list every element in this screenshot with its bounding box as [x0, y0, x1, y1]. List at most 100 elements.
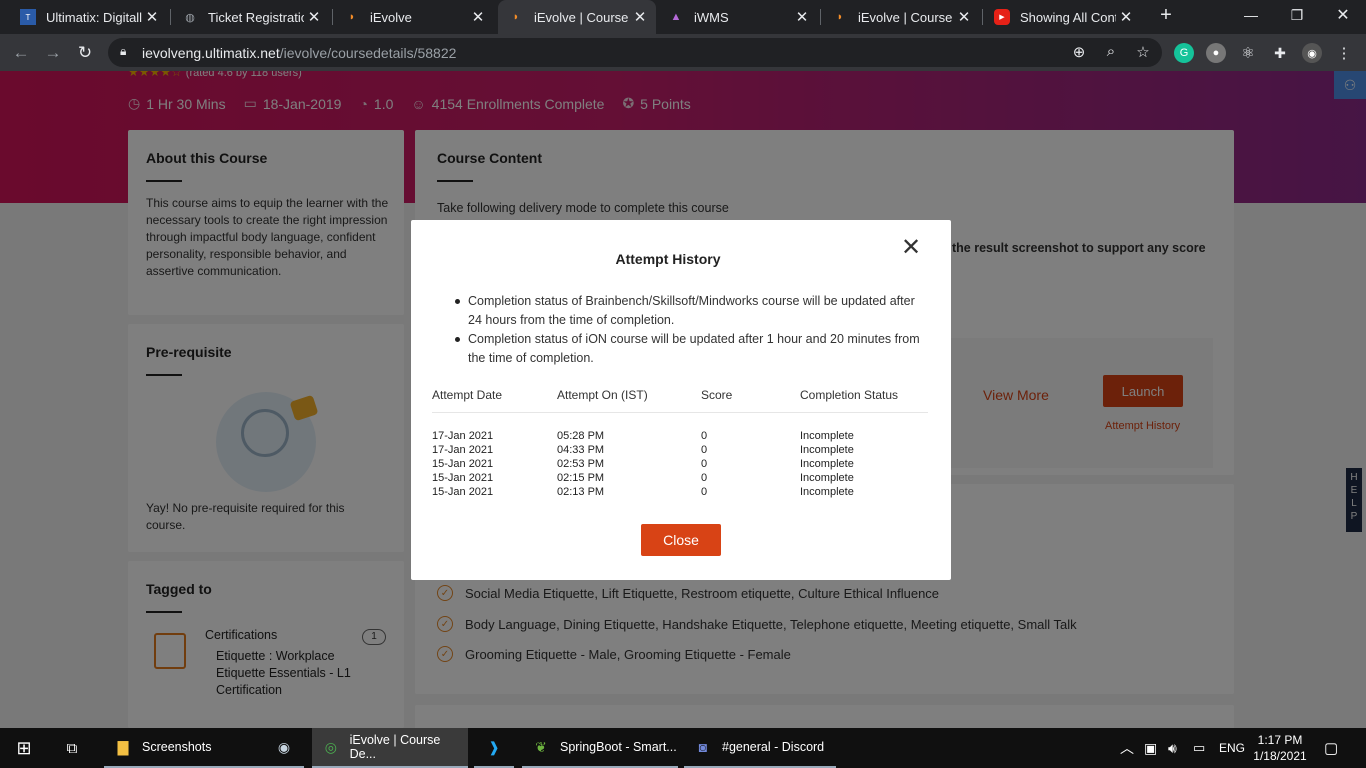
language-indicator[interactable]: ENG: [1219, 728, 1245, 768]
lock-icon: 🔒︎: [120, 44, 127, 58]
zoom-icon[interactable]: ⌕: [1101, 43, 1121, 60]
add-icon[interactable]: ⊕: [1069, 43, 1089, 61]
table-row: 17-Jan 2021 04:33 PM 0 Incomplete: [432, 444, 928, 458]
cell-score: 0: [701, 458, 708, 470]
browser-tab[interactable]: ▶ Showing All Conta ✕: [984, 0, 1142, 34]
browser-tab[interactable]: ◗ iEvolve ✕: [334, 0, 494, 34]
taskbar-item-discord[interactable]: ◙ #general - Discord: [684, 728, 836, 768]
chrome-icon: ◎: [324, 738, 337, 755]
taskbar-item-screenshots[interactable]: ▇ Screenshots: [104, 728, 264, 768]
tab-close-icon[interactable]: ✕: [468, 8, 488, 26]
cell-time: 02:53 PM: [557, 458, 605, 470]
cell-status: Incomplete: [800, 458, 854, 470]
cell-score: 0: [701, 472, 708, 484]
new-tab-button[interactable]: +: [1154, 4, 1178, 30]
header-attempt-on: Attempt On (IST): [557, 388, 648, 402]
tata-icon: T: [20, 9, 36, 25]
browser-tab[interactable]: ◍ Ticket Registration ✕: [172, 0, 330, 34]
note-item: Completion status of iON course will be …: [455, 330, 932, 368]
tab-close-icon[interactable]: ✕: [142, 8, 162, 26]
extension-circle-icon[interactable]: ●: [1206, 43, 1226, 63]
window-close-button[interactable]: ✕: [1320, 0, 1366, 30]
youtube-icon: ▶: [994, 9, 1010, 25]
tab-close-icon[interactable]: ✕: [1116, 8, 1136, 26]
browser-tab[interactable]: T Ultimatix: Digitally ✕: [10, 0, 168, 34]
taskbar-label: Screenshots: [142, 740, 212, 754]
cell-time: 05:28 PM: [557, 430, 605, 442]
back-button[interactable]: ←: [8, 40, 34, 66]
discord-icon: ◙: [698, 739, 708, 755]
url-host: ievolveng.ultimatix.net: [142, 45, 280, 61]
minimize-button[interactable]: —: [1228, 0, 1274, 30]
forward-button[interactable]: →: [40, 40, 66, 66]
star-icon[interactable]: ☆: [1133, 43, 1153, 61]
taskbar-item-chrome[interactable]: ◎ iEvolve | Course De...: [312, 728, 468, 768]
taskbar-item-steam[interactable]: ◉: [264, 728, 304, 768]
taskbar-item-vscode[interactable]: ❱: [474, 728, 514, 768]
tab-title: iEvolve: [370, 9, 412, 25]
ievolve-icon: ◗: [348, 11, 356, 23]
cell-status: Incomplete: [800, 486, 854, 498]
cell-score: 0: [701, 430, 708, 442]
windows-taskbar: ⊞ ⧉ ▇ Screenshots ◉ ◎ iEvolve | Course De.…: [0, 728, 1366, 768]
header-attempt-date: Attempt Date: [432, 388, 503, 402]
iwms-icon: ▲: [670, 11, 682, 23]
modal-title: Attempt History: [615, 251, 721, 267]
tab-close-icon[interactable]: ✕: [954, 8, 974, 26]
tab-close-icon[interactable]: ✕: [630, 8, 650, 26]
close-icon[interactable]: ✕: [899, 236, 923, 260]
battery-icon[interactable]: ▭: [1193, 728, 1205, 768]
spring-icon: ❦: [535, 738, 547, 755]
header-score: Score: [701, 388, 733, 402]
cell-status: Incomplete: [800, 430, 854, 442]
cell-score: 0: [701, 486, 708, 498]
tab-title: iEvolve | Course De: [534, 9, 630, 25]
folder-icon: ▇: [117, 738, 129, 755]
start-button[interactable]: ⊞: [0, 728, 48, 768]
clock[interactable]: 1:17 PM 1/18/2021: [1252, 728, 1308, 768]
table-divider: [432, 412, 928, 413]
taskbar-label: iEvolve | Course De...: [349, 733, 441, 761]
url-path: /ievolve/coursedetails/58822: [279, 45, 457, 61]
note-item: Completion status of Brainbench/Skillsof…: [455, 292, 932, 330]
cell-time: 04:33 PM: [557, 444, 605, 456]
tray-chevron-icon[interactable]: ︿: [1120, 728, 1134, 768]
cell-date: 15-Jan 2021: [432, 472, 494, 484]
tab-title: iEvolve | Course De: [858, 9, 954, 25]
globe-icon: ◍: [185, 11, 195, 24]
notification-icon[interactable]: ▢: [1324, 728, 1338, 768]
reload-button[interactable]: ↻: [72, 40, 98, 66]
url-text[interactable]: ievolveng.ultimatix.net/ievolve/coursede…: [142, 45, 456, 61]
browser-tab[interactable]: ◗ iEvolve | Course De ✕: [822, 0, 980, 34]
tab-title: iWMS: [694, 9, 729, 25]
maximize-button[interactable]: ❐: [1274, 0, 1320, 30]
tab-title: Ticket Registration: [208, 9, 304, 25]
task-view-button[interactable]: ⧉: [52, 728, 92, 768]
taskbar-item-springboot[interactable]: ❦ SpringBoot - Smart...: [522, 728, 678, 768]
address-bar[interactable]: 🔒︎ ievolveng.ultimatix.net/ievolve/cours…: [108, 38, 1162, 67]
browser-tab[interactable]: ▲ iWMS ✕: [658, 0, 818, 34]
header-completion-status: Completion Status: [800, 388, 899, 402]
browser-tab-active[interactable]: ◗ iEvolve | Course De ✕: [498, 0, 656, 34]
browser-tab-strip: T Ultimatix: Digitally ✕ ◍ Ticket Regist…: [0, 0, 1366, 34]
table-row: 15-Jan 2021 02:53 PM 0 Incomplete: [432, 458, 928, 472]
cell-time: 02:13 PM: [557, 486, 605, 498]
cell-score: 0: [701, 444, 708, 456]
ievolve-icon: ◗: [512, 11, 520, 23]
table-row: 15-Jan 2021 02:13 PM 0 Incomplete: [432, 486, 928, 500]
tab-close-icon[interactable]: ✕: [792, 8, 812, 26]
extensions-puzzle-icon[interactable]: ✚: [1270, 43, 1290, 63]
cell-date: 15-Jan 2021: [432, 458, 494, 470]
browser-toolbar: ← → ↻ 🔒︎ ievolveng.ultimatix.net/ievolve…: [0, 34, 1366, 71]
steam-icon: ◉: [277, 738, 291, 755]
tab-title: Ultimatix: Digitally: [46, 9, 142, 25]
network-icon[interactable]: ▣: [1144, 728, 1157, 768]
avatar[interactable]: ◉: [1302, 43, 1322, 63]
volume-icon[interactable]: 🔊︎: [1168, 728, 1177, 768]
react-icon[interactable]: ⚛: [1238, 43, 1258, 63]
grammarly-icon[interactable]: G: [1174, 43, 1194, 63]
tab-close-icon[interactable]: ✕: [304, 8, 324, 26]
close-button[interactable]: Close: [641, 524, 721, 556]
menu-icon[interactable]: ⋮: [1334, 43, 1354, 63]
date: 1/18/2021: [1253, 749, 1307, 763]
